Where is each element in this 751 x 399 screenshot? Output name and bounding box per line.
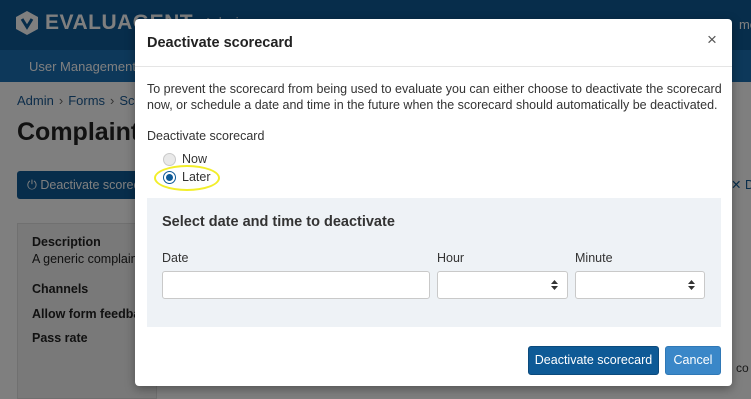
modal-header: Deactivate scorecard × bbox=[135, 19, 732, 67]
close-icon[interactable]: × bbox=[703, 30, 721, 50]
date-label: Date bbox=[162, 251, 189, 265]
select-arrows-icon bbox=[688, 280, 695, 290]
cancel-button[interactable]: Cancel bbox=[665, 346, 721, 375]
deactivate-scorecard-modal: Deactivate scorecard × To prevent the sc… bbox=[135, 19, 732, 386]
minute-label: Minute bbox=[575, 251, 613, 265]
radio-now-label: Now bbox=[182, 152, 208, 166]
date-input[interactable] bbox=[162, 271, 430, 299]
deactivate-scorecard-button[interactable]: Deactivate scorecard bbox=[528, 346, 659, 375]
modal-description: To prevent the scorecard from being used… bbox=[147, 82, 722, 112]
deactivate-option-label: Deactivate scorecard bbox=[147, 129, 265, 143]
hour-select[interactable] bbox=[437, 271, 568, 299]
schedule-panel: Select date and time to deactivate Date … bbox=[147, 198, 721, 327]
hour-label: Hour bbox=[437, 251, 465, 265]
radio-option-now[interactable]: Now bbox=[163, 152, 207, 166]
highlight-annotation bbox=[154, 165, 220, 191]
modal-title: Deactivate scorecard bbox=[147, 35, 293, 51]
select-arrows-icon bbox=[551, 280, 558, 290]
schedule-title: Select date and time to deactivate bbox=[162, 214, 395, 230]
minute-select[interactable] bbox=[575, 271, 705, 299]
radio-now-button[interactable] bbox=[163, 152, 176, 166]
